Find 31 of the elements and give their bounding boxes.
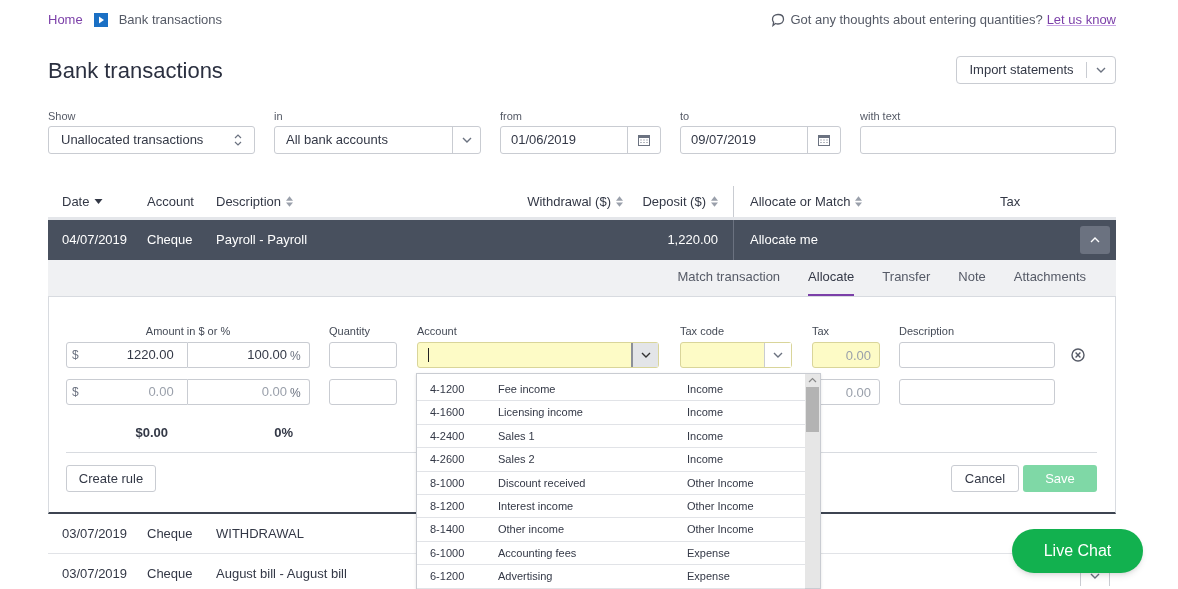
field-label: Account [417, 325, 458, 337]
percent-symbol: % [290, 385, 301, 402]
table-cell-text: 04/07/2019 [62, 231, 128, 250]
table-cell-text: Cheque [147, 231, 193, 250]
filter-label: in [274, 109, 284, 124]
filter-label: with text [860, 109, 902, 124]
field-label: Description [899, 325, 956, 337]
table-cell-text: August bill - August bill [216, 564, 347, 583]
currency-symbol: $ [72, 384, 79, 401]
table-cell-text: Payroll - Payroll [216, 231, 308, 250]
table-cell-text: 03/07/2019 [62, 524, 128, 543]
filter-label: from [500, 109, 523, 124]
field-label: Tax code [680, 325, 726, 337]
breadcrumb-current: Bank transactions [118, 11, 223, 30]
filter-label: to [680, 109, 691, 124]
table-cell-text: Cheque [147, 524, 193, 543]
total-percent: 0% [273, 424, 294, 443]
table-cell-text: Cheque [147, 564, 193, 583]
field-label: Quantity [329, 325, 371, 337]
table-cell-text: 1,220.00 [667, 231, 718, 250]
filter-label: Show [48, 109, 77, 124]
feedback-text: Got any thoughts about entering quantities? [790, 11, 1043, 30]
table-cell-text: 03/07/2019 [62, 564, 128, 583]
field-label: Tax [812, 325, 831, 337]
page-title: Bank transactions [48, 56, 223, 85]
currency-symbol: $ [72, 347, 79, 364]
table-cell-text: Allocate me [750, 231, 818, 250]
total-amount: $0.00 [134, 424, 169, 443]
table-cell-text: WITHDRAWAL [216, 524, 304, 543]
field-label: Amount in $ or % [144, 325, 232, 337]
percent-symbol: % [290, 348, 301, 365]
